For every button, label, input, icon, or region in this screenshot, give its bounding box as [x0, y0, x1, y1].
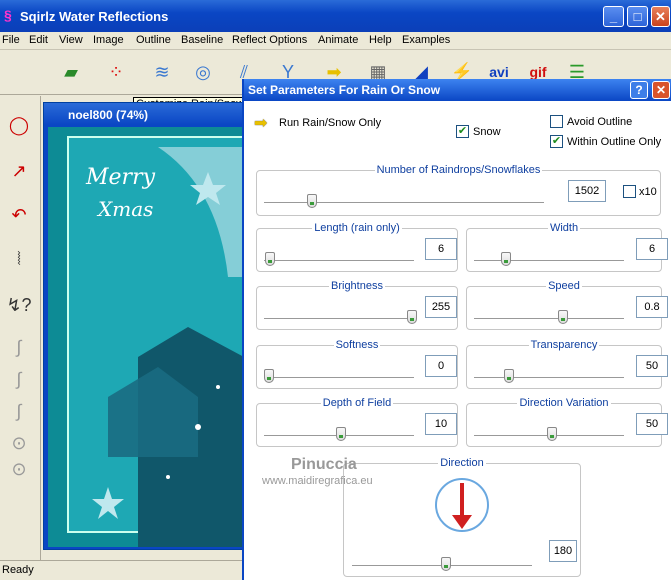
direction-variation-slider-thumb[interactable]	[547, 427, 557, 441]
run-rain-snow-label[interactable]: Run Rain/Snow Only	[279, 117, 381, 129]
x10-label: x10	[639, 186, 657, 198]
menu-outline[interactable]: Outline	[136, 34, 171, 46]
raindrops-slider[interactable]	[264, 202, 544, 204]
zigzag-tool-icon[interactable]: ⦚	[4, 244, 34, 274]
direction-dial[interactable]	[434, 477, 490, 533]
menu-animate[interactable]: Animate	[318, 34, 358, 46]
ellipse-tool-icon[interactable]: ◯	[4, 110, 34, 140]
avoid-outline-label: Avoid Outline	[567, 116, 633, 128]
length-label: Length (rain only)	[312, 222, 402, 234]
snow-checkbox[interactable]: ✔	[456, 125, 469, 138]
open-folder-icon[interactable]: ▰	[55, 57, 87, 87]
transparency-label: Transparency	[528, 339, 600, 351]
dialog-close-button[interactable]: ✕	[652, 81, 670, 99]
brightness-label: Brightness	[329, 280, 385, 292]
width-slider[interactable]	[474, 260, 624, 262]
speed-slider-thumb[interactable]	[558, 310, 568, 324]
direction-variation-label: Direction Variation	[517, 397, 611, 409]
depth-of-field-slider-thumb[interactable]	[336, 427, 346, 441]
watermark-name: Pinuccia	[291, 456, 357, 473]
x10-checkbox[interactable]	[623, 185, 636, 198]
softness-slider[interactable]	[264, 377, 414, 379]
transparency-slider-thumb[interactable]	[504, 369, 514, 383]
baseline-help-icon[interactable]: ↯?	[4, 290, 34, 320]
direction-variation-value[interactable]: 50	[636, 413, 668, 435]
tool-sidebar: ◯ ↗ ↶ ⦚ ↯? ∫ ∫ ∫ ⊙ ⊙	[0, 96, 41, 560]
raindrops-label: Number of Raindrops/Snowflakes	[374, 164, 543, 176]
greeting-xmas: Xmas	[98, 197, 154, 221]
softness-slider-thumb[interactable]	[264, 369, 274, 383]
transparency-value[interactable]: 50	[636, 355, 668, 377]
softness-label: Softness	[333, 339, 381, 351]
within-outline-label: Within Outline Only	[567, 136, 662, 148]
document-canvas[interactable]: Merry Xmas	[48, 127, 244, 547]
dialog-help-button[interactable]: ?	[630, 81, 648, 99]
direction-variation-group: Direction Variation	[466, 397, 662, 447]
run-arrow-icon[interactable]: ➡	[254, 113, 267, 133]
menu-examples[interactable]: Examples	[402, 34, 450, 46]
softness-value[interactable]: 0	[425, 355, 457, 377]
arrow-tool-icon[interactable]: ↗	[4, 156, 34, 186]
transparency-group: Transparency	[466, 339, 662, 389]
greeting-merry: Merry	[86, 165, 156, 190]
rain-snow-dialog: Set Parameters For Rain Or Snow ? ✕ ➡ Ru…	[242, 79, 671, 580]
document-title-bar: noel800 (74%)	[44, 103, 244, 125]
menu-help[interactable]: Help	[369, 34, 392, 46]
avoid-outline-checkbox[interactable]	[550, 115, 563, 128]
direction-value[interactable]: 180	[549, 540, 577, 562]
transparency-slider[interactable]	[474, 377, 624, 379]
app-icon: §	[4, 7, 12, 23]
menu-baseline[interactable]: Baseline	[181, 34, 223, 46]
speed-label: Speed	[546, 280, 582, 292]
width-group: Width	[466, 222, 662, 272]
dialog-title: Set Parameters For Rain Or Snow	[248, 83, 441, 97]
baseline-tool-2-icon[interactable]: ∫	[4, 364, 34, 394]
menu-edit[interactable]: Edit	[29, 34, 48, 46]
app-title-bar: § Sqirlz Water Reflections _ □ ✕	[0, 0, 671, 32]
christmas-artwork	[48, 127, 244, 547]
watermark-site: www.maidiregrafica.eu	[262, 475, 373, 487]
brightness-value[interactable]: 255	[425, 296, 457, 318]
speed-value[interactable]: 0.8	[636, 296, 668, 318]
snow-label: Snow	[473, 126, 501, 138]
status-bar: Ready	[0, 560, 242, 580]
document-window: noel800 (74%) Merry Xmas	[43, 102, 244, 550]
curve-tool-icon[interactable]: ↶	[4, 200, 34, 230]
app-title: Sqirlz Water Reflections	[20, 9, 169, 24]
speed-slider[interactable]	[474, 318, 624, 320]
rgb-dots-icon[interactable]: ⁘	[100, 57, 132, 87]
menu-bar: File Edit View Image Outline Baseline Re…	[0, 32, 671, 50]
direction-slider-thumb[interactable]	[441, 557, 451, 571]
length-value[interactable]: 6	[425, 238, 457, 260]
menu-image[interactable]: Image	[93, 34, 124, 46]
baseline-tool-1-icon[interactable]: ∫	[4, 332, 34, 362]
document-title: noel800 (74%)	[68, 108, 149, 122]
width-slider-thumb[interactable]	[501, 252, 511, 266]
length-slider[interactable]	[264, 260, 414, 262]
baseline-tool-5-icon[interactable]: ⊙	[4, 454, 34, 484]
status-text: Ready	[2, 564, 34, 576]
direction-label: Direction	[438, 457, 486, 469]
menu-file[interactable]: File	[2, 34, 20, 46]
minimize-button[interactable]: _	[603, 6, 624, 27]
length-slider-thumb[interactable]	[265, 252, 275, 266]
raindrops-slider-thumb[interactable]	[307, 194, 317, 208]
brightness-slider-thumb[interactable]	[407, 310, 417, 324]
raindrops-value[interactable]: 1502	[568, 180, 606, 202]
baseline-tool-3-icon[interactable]: ∫	[4, 396, 34, 426]
depth-of-field-label: Depth of Field	[320, 397, 394, 409]
within-outline-checkbox[interactable]: ✔	[550, 135, 563, 148]
menu-view[interactable]: View	[59, 34, 83, 46]
waves-icon[interactable]: ≋	[146, 57, 178, 87]
depth-of-field-value[interactable]: 10	[425, 413, 457, 435]
dialog-title-bar: Set Parameters For Rain Or Snow ? ✕	[244, 79, 671, 101]
width-value[interactable]: 6	[636, 238, 668, 260]
width-label: Width	[547, 222, 581, 234]
menu-reflect-options[interactable]: Reflect Options	[232, 34, 307, 46]
brightness-slider[interactable]	[264, 318, 414, 320]
ripples-icon[interactable]: ◎	[187, 57, 219, 87]
close-button[interactable]: ✕	[651, 6, 670, 27]
maximize-button[interactable]: □	[627, 6, 648, 27]
